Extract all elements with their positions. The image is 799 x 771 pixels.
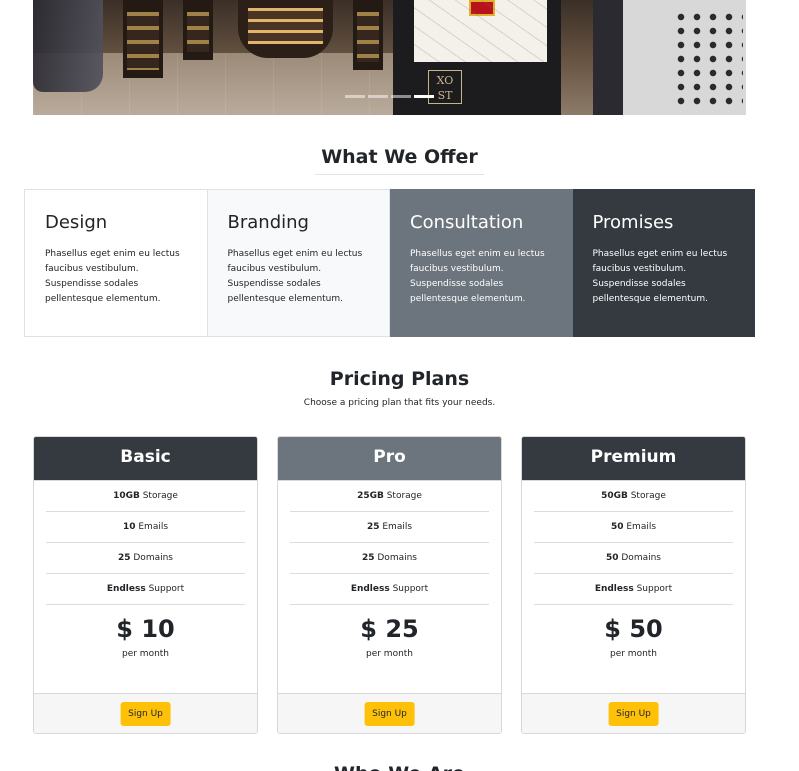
feature-label: Storage (383, 491, 422, 501)
plan-feature-support: Endless Support (534, 574, 733, 605)
feature-value: 25 (366, 522, 380, 532)
plan-footer: Sign Up (278, 693, 501, 733)
feature-value: 50 (605, 553, 619, 563)
plan-price: $ 50 (604, 615, 663, 643)
feature-label: Storage (139, 491, 178, 501)
offer-card-text: Phasellus eget enim eu lectus faucibus v… (410, 249, 545, 304)
feature-label: Storage (627, 491, 666, 501)
feature-value: 10GB (113, 491, 140, 501)
hero-carousel: XO ST (33, 0, 746, 115)
feature-value: 10 (122, 522, 136, 532)
plan-feature-emails: 50 Emails (534, 512, 733, 543)
plan-header: Pro (278, 437, 501, 480)
carousel-indicator[interactable] (345, 95, 365, 98)
plan-feature-storage: 25GB Storage (290, 481, 489, 512)
plan-feature-storage: 10GB Storage (46, 481, 245, 512)
plan-feature-support: Endless Support (290, 574, 489, 605)
offer-card-title: Branding (227, 212, 309, 233)
feature-value: 50 (610, 522, 624, 532)
carousel-indicator[interactable] (368, 95, 388, 98)
plan-header: Premium (522, 437, 745, 480)
plan-footer: Sign Up (34, 693, 257, 733)
plan-feature-emails: 25 Emails (290, 512, 489, 543)
offer-card-text: Phasellus eget enim eu lectus faucibus v… (45, 249, 180, 304)
hero-screen (414, 0, 547, 62)
sign-up-button[interactable]: Sign Up (364, 702, 415, 726)
offer-card-text: Phasellus eget enim eu lectus faucibus v… (227, 249, 363, 304)
offer-section-title-wrap: What We Offer (0, 146, 799, 175)
offer-cards: Design Phasellus eget enim eu lectus fau… (24, 189, 755, 337)
plan-body: 25GB Storage 25 Emails 25 Domains Endles… (278, 480, 501, 693)
plan-feature-emails: 10 Emails (46, 512, 245, 543)
plan-feature-domains: 25 Domains (46, 543, 245, 574)
hero-person (33, 0, 103, 92)
feature-value: Endless (106, 584, 146, 594)
feature-label: Domains (130, 553, 173, 563)
feature-label: Emails (623, 522, 657, 532)
offer-card-title: Design (45, 212, 108, 233)
plan-price: $ 25 (360, 615, 419, 643)
feature-value: 50GB (601, 491, 628, 501)
plan-feature-domains: 25 Domains (290, 543, 489, 574)
feature-value: Endless (594, 584, 634, 594)
pricing-section-title: Pricing Plans (329, 368, 470, 390)
feature-label: Domains (618, 553, 661, 563)
feature-label: Support (145, 584, 185, 594)
plan-period: per month (121, 649, 170, 659)
hero-shelf (353, 0, 383, 70)
sign-up-button[interactable]: Sign Up (120, 702, 171, 726)
plan-feature-domains: 50 Domains (534, 543, 733, 574)
offer-card-branding: Branding Phasellus eget enim eu lectus f… (207, 189, 390, 337)
offer-card-design: Design Phasellus eget enim eu lectus fau… (24, 189, 208, 337)
plan-price: $ 10 (116, 615, 175, 643)
feature-value: 25 (361, 553, 375, 563)
plan-body: 10GB Storage 10 Emails 25 Domains Endles… (34, 480, 257, 693)
plan-period: per month (365, 649, 414, 659)
offer-card-title: Promises (592, 212, 674, 233)
offer-card-promises: Promises Phasellus eget enim eu lectus f… (572, 189, 755, 337)
plan-body: 50GB Storage 50 Emails 50 Domains Endles… (522, 480, 745, 693)
plan-feature-support: Endless Support (46, 574, 245, 605)
plan-card-premium: Premium 50GB Storage 50 Emails 50 Domain… (521, 436, 746, 734)
pricing-subtitle: Choose a pricing plan that fits your nee… (303, 398, 496, 408)
feature-label: Support (633, 584, 673, 594)
offer-card-consultation: Consultation Phasellus eget enim eu lect… (390, 189, 573, 337)
plan-header: Basic (34, 437, 257, 480)
hero-kiosk (238, 0, 333, 58)
next-section-title: Who We Are (0, 763, 799, 771)
plan-card-basic: Basic 10GB Storage 10 Emails 25 Domains … (33, 436, 258, 734)
plan-feature-storage: 50GB Storage (534, 481, 733, 512)
feature-label: Domains (374, 553, 417, 563)
plan-footer: Sign Up (522, 693, 745, 733)
feature-value: Endless (350, 584, 390, 594)
feature-value: 25 (117, 553, 131, 563)
plan-period: per month (609, 649, 658, 659)
carousel-indicators (345, 95, 434, 98)
hero-logo: XO ST (428, 70, 462, 104)
hero-shelf (183, 0, 213, 60)
carousel-indicator-active[interactable] (414, 95, 434, 98)
offer-section-title: What We Offer (315, 146, 484, 175)
sign-up-button[interactable]: Sign Up (608, 702, 659, 726)
carousel-indicator[interactable] (391, 95, 411, 98)
feature-label: Emails (135, 522, 169, 532)
feature-label: Support (389, 584, 429, 594)
feature-value: 25GB (357, 491, 384, 501)
feature-label: Emails (379, 522, 413, 532)
hero-perforated-panel (673, 10, 743, 110)
offer-card-title: Consultation (410, 212, 524, 233)
hero-shelf (123, 0, 163, 78)
offer-card-text: Phasellus eget enim eu lectus faucibus v… (592, 249, 728, 304)
plan-card-pro: Pro 25GB Storage 25 Emails 25 Domains En… (277, 436, 502, 734)
